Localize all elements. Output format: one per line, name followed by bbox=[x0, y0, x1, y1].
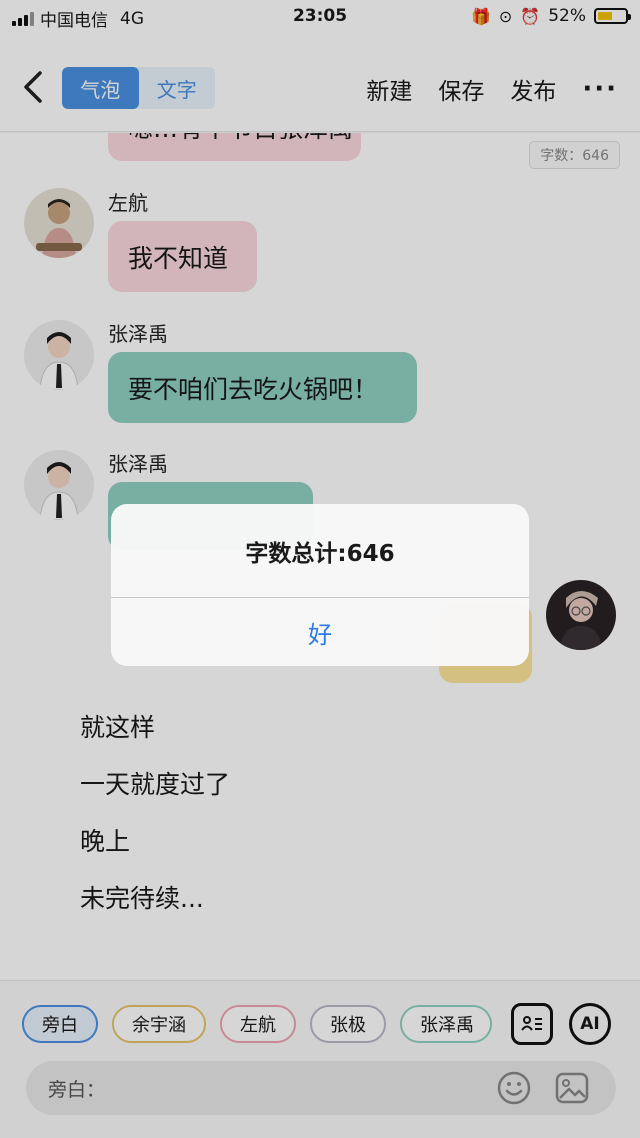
dialog-message: 字数总计:646 bbox=[245, 540, 395, 567]
dialog-ok-button[interactable]: 好 bbox=[111, 598, 529, 666]
word-count-dialog: 字数总计:646 好 bbox=[111, 504, 529, 666]
